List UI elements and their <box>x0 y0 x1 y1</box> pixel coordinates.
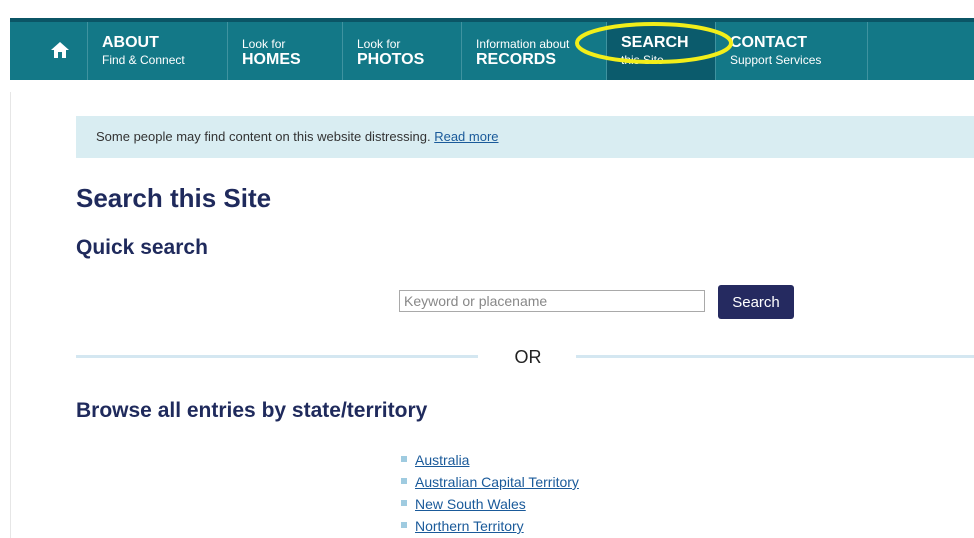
nav-photos-subtitle: Look for <box>357 37 401 51</box>
bullet-icon <box>401 500 407 506</box>
state-list: Australia Australian Capital Territory N… <box>401 450 579 538</box>
nav-search-title: SEARCH <box>621 34 689 51</box>
page-left-border <box>10 92 11 538</box>
content-warning-notice: Some people may find content on this web… <box>76 116 974 158</box>
main-navigation: ABOUT Find & Connect Look for HOMES Look… <box>10 18 974 80</box>
nav-records-subtitle: Information about <box>476 37 570 51</box>
nav-records[interactable]: Information about RECORDS <box>462 22 607 80</box>
page: ABOUT Find & Connect Look for HOMES Look… <box>0 0 974 538</box>
nav-records-title: RECORDS <box>476 51 557 68</box>
nav-homes-subtitle: Look for <box>242 37 286 51</box>
bullet-icon <box>401 456 407 462</box>
state-link-nt[interactable]: Northern Territory <box>415 518 524 534</box>
nav-photos[interactable]: Look for PHOTOS <box>343 22 462 80</box>
browse-heading: Browse all entries by state/territory <box>76 399 428 422</box>
nav-homes[interactable]: Look for HOMES <box>228 22 343 80</box>
notice-read-more-link[interactable]: Read more <box>434 129 498 144</box>
nav-search-active[interactable]: SEARCH this Site <box>607 22 716 80</box>
search-input[interactable] <box>399 290 705 312</box>
or-divider-text: OR <box>514 347 542 367</box>
nav-about-title: ABOUT <box>102 34 159 51</box>
nav-filler <box>868 22 974 80</box>
home-icon <box>51 42 69 58</box>
quick-search-heading: Quick search <box>76 236 208 259</box>
nav-search-subtitle: this Site <box>621 53 664 67</box>
state-link-act[interactable]: Australian Capital Territory <box>415 474 579 490</box>
notice-text: Some people may find content on this web… <box>96 129 431 144</box>
nav-photos-title: PHOTOS <box>357 51 425 68</box>
list-item: Northern Territory <box>401 516 579 538</box>
search-button[interactable]: Search <box>718 285 794 319</box>
nav-home-button[interactable] <box>10 22 88 80</box>
nav-contact[interactable]: CONTACT Support Services <box>716 22 868 80</box>
nav-about-subtitle: Find & Connect <box>102 53 185 67</box>
state-link-australia[interactable]: Australia <box>415 452 469 468</box>
nav-homes-title: HOMES <box>242 51 301 68</box>
nav-contact-subtitle: Support Services <box>730 53 822 67</box>
page-title: Search this Site <box>76 183 272 213</box>
list-item: Australia <box>401 450 579 472</box>
list-item: Australian Capital Territory <box>401 472 579 494</box>
nav-contact-title: CONTACT <box>730 34 808 51</box>
state-link-nsw[interactable]: New South Wales <box>415 496 526 512</box>
nav-about[interactable]: ABOUT Find & Connect <box>88 22 228 80</box>
bullet-icon <box>401 522 407 528</box>
divider-line-right <box>576 355 974 358</box>
bullet-icon <box>401 478 407 484</box>
list-item: New South Wales <box>401 494 579 516</box>
divider-line-left <box>76 355 478 358</box>
